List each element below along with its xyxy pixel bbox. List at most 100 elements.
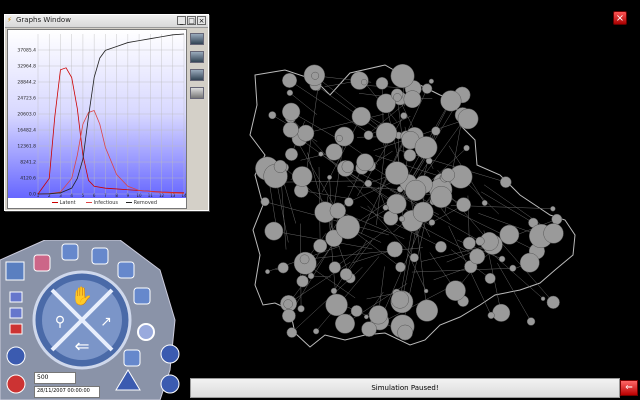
population-circle[interactable] (423, 288, 429, 294)
population-circle[interactable] (285, 147, 298, 161)
population-circle[interactable] (286, 327, 298, 338)
population-circle[interactable] (498, 255, 506, 263)
population-circle[interactable] (431, 126, 441, 136)
population-circle[interactable] (375, 122, 398, 144)
population-circle[interactable] (282, 102, 301, 121)
population-circle[interactable] (268, 111, 277, 120)
population-circle[interactable] (282, 73, 297, 88)
population-circle[interactable] (277, 262, 289, 274)
population-circle[interactable] (391, 290, 409, 309)
population-circle[interactable] (405, 179, 427, 201)
population-circle[interactable] (273, 159, 287, 174)
population-circle[interactable] (330, 287, 338, 295)
play-icon[interactable] (9, 291, 23, 303)
refresh-icon[interactable] (160, 344, 180, 364)
population-circle[interactable] (475, 236, 485, 246)
population-circle[interactable] (469, 248, 486, 265)
population-circle[interactable] (313, 239, 328, 253)
population-circle[interactable] (344, 197, 354, 207)
population-circle[interactable] (291, 166, 313, 187)
population-circle[interactable] (297, 124, 315, 142)
population-circle[interactable] (350, 305, 363, 317)
population-circle[interactable] (526, 317, 536, 326)
population-circle[interactable] (356, 153, 374, 172)
population-circle[interactable] (361, 79, 368, 86)
population-circle[interactable] (457, 108, 479, 130)
fit-icon[interactable] (190, 69, 204, 81)
population-circle[interactable] (445, 280, 466, 301)
population-circle[interactable] (409, 253, 419, 263)
population-circle[interactable] (428, 219, 436, 226)
population-circle[interactable] (499, 224, 520, 245)
money-icon[interactable] (6, 346, 26, 366)
population-circle[interactable] (339, 268, 353, 281)
population-circle[interactable] (441, 167, 456, 182)
zoom-in-icon[interactable] (190, 33, 204, 45)
population-circle[interactable] (260, 197, 270, 207)
close-window-button[interactable]: × (197, 16, 206, 25)
population-circle[interactable] (363, 130, 374, 141)
population-circle[interactable] (313, 328, 320, 335)
population-circle[interactable] (335, 313, 355, 334)
population-circle[interactable] (386, 241, 403, 258)
status-collapse-button[interactable]: ⇐ (620, 380, 638, 396)
population-circle[interactable] (421, 83, 433, 94)
back-arrow-icon[interactable]: ⇐ (74, 336, 89, 357)
population-circle[interactable] (361, 321, 377, 337)
population-circle[interactable] (390, 64, 415, 88)
population-circle[interactable] (487, 311, 495, 319)
population-circle[interactable] (395, 261, 406, 273)
population-circle[interactable] (519, 252, 540, 273)
population-circle[interactable] (412, 201, 434, 223)
population-circle[interactable] (400, 112, 408, 120)
population-circle[interactable] (368, 305, 388, 325)
save-icon[interactable] (190, 87, 204, 99)
graph-window-titlebar[interactable]: ⚡ Graphs Window _ □ × (5, 15, 208, 28)
region-map[interactable] (245, 55, 585, 355)
population-circle[interactable] (415, 299, 439, 322)
population-circle[interactable] (550, 206, 556, 212)
population-circle[interactable] (264, 221, 284, 241)
population-circle[interactable] (282, 308, 296, 323)
population-circle[interactable] (435, 240, 447, 253)
zoom-out-icon[interactable] (190, 51, 204, 63)
population-circle[interactable] (403, 90, 422, 109)
population-circle[interactable] (325, 293, 348, 317)
edit-icon[interactable] (117, 261, 135, 279)
population-circle[interactable] (500, 176, 512, 188)
population-circle[interactable] (265, 269, 270, 275)
population-circle[interactable] (456, 197, 471, 213)
population-circle[interactable] (385, 161, 409, 185)
population-circle[interactable] (430, 186, 453, 208)
population-circle[interactable] (318, 151, 324, 157)
ring-icon[interactable] (137, 323, 155, 341)
population-circle[interactable] (403, 149, 417, 162)
pointer-icon[interactable]: ↗ (100, 314, 112, 330)
document-icon[interactable] (91, 247, 109, 265)
population-circle[interactable] (546, 295, 560, 309)
population-circle[interactable] (484, 272, 496, 284)
population-circle[interactable] (311, 71, 320, 80)
population-circle[interactable] (341, 160, 355, 173)
population-circle[interactable] (386, 193, 407, 214)
population-circle[interactable] (509, 264, 517, 272)
population-circle[interactable] (414, 136, 438, 159)
population-circle[interactable] (363, 314, 369, 320)
population-circle[interactable] (297, 305, 305, 313)
population-circle[interactable] (364, 179, 373, 188)
copy-icon[interactable] (123, 349, 141, 367)
folder-icon[interactable] (61, 243, 79, 261)
pause-icon[interactable] (9, 307, 23, 319)
chart-bars-icon[interactable] (5, 261, 25, 281)
population-circle[interactable] (428, 78, 434, 84)
population-circle[interactable] (282, 121, 299, 138)
population-circle[interactable] (325, 143, 343, 161)
help-icon[interactable] (6, 374, 26, 394)
globe-icon[interactable] (160, 374, 180, 394)
population-circle[interactable] (296, 275, 309, 288)
zoom-icon[interactable]: ⚲ (55, 314, 65, 330)
population-circle[interactable] (286, 89, 294, 96)
population-circle[interactable] (283, 299, 293, 309)
population-circle[interactable] (328, 261, 341, 274)
minimize-button[interactable]: _ (177, 16, 186, 25)
